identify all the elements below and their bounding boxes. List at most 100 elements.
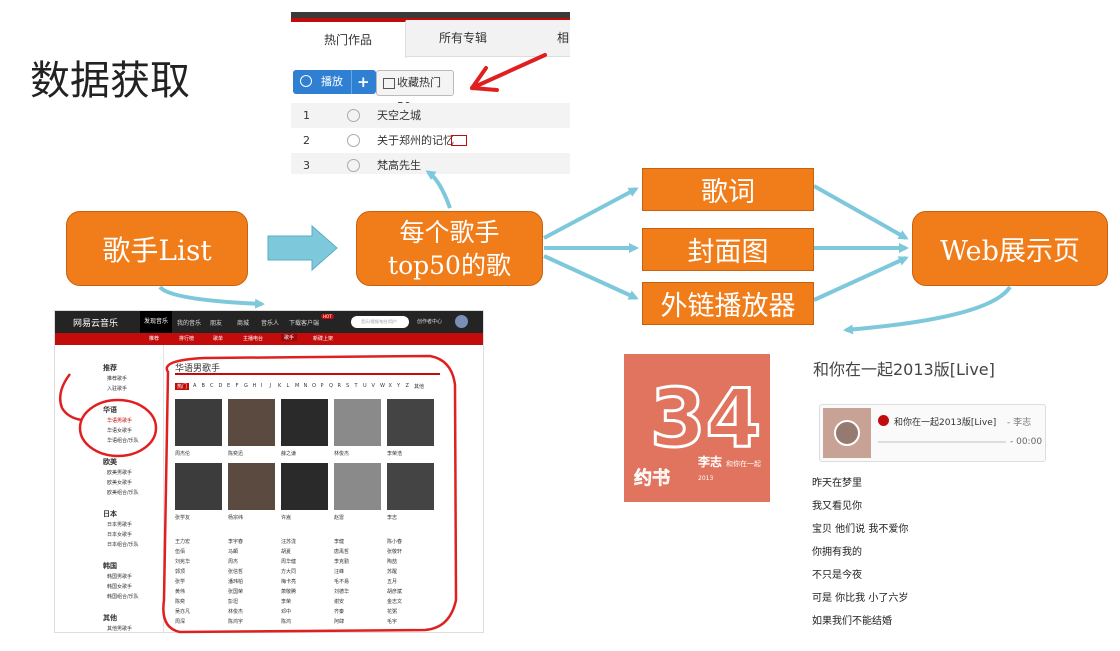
artist-photo[interactable] [228, 399, 275, 446]
sidebar-item[interactable]: 华语男歌手 [107, 417, 132, 424]
artist-name[interactable]: 杨宗纬 [228, 514, 243, 521]
artist-name-link[interactable]: 周深 [175, 618, 185, 625]
nav-item[interactable]: 下载客户端 [289, 318, 319, 327]
song-play-icon[interactable] [347, 109, 360, 122]
alphabet-filter-item[interactable]: B [202, 383, 205, 389]
artist-name-link[interactable]: 潘玮柏 [228, 578, 243, 585]
alphabet-filter-item[interactable]: Q [329, 383, 333, 389]
alphabet-filter-item[interactable]: 其他 [414, 383, 424, 390]
artist-name-link[interactable]: 刘宪华 [175, 558, 190, 565]
nav-item[interactable]: 我的音乐 [177, 318, 201, 327]
song-row[interactable]: 1 天空之城 [291, 103, 570, 128]
artist-name-link[interactable]: 唐禹哲 [334, 548, 349, 555]
artist-photo[interactable] [387, 463, 434, 510]
artist-photo[interactable] [334, 399, 381, 446]
player-play-icon[interactable] [834, 420, 860, 446]
artist-name[interactable]: 周杰伦 [175, 450, 190, 457]
artist-photo[interactable] [281, 399, 328, 446]
nav-item[interactable]: 商城 [237, 318, 249, 327]
alphabet-filter-item[interactable]: X [389, 383, 392, 389]
alphabet-filter-item[interactable]: K [278, 383, 281, 389]
artist-name-link[interactable]: 五月 [387, 578, 397, 585]
alphabet-filter-item[interactable]: S [346, 383, 349, 389]
alphabet-filter-item[interactable]: C [210, 383, 214, 389]
song-row[interactable]: 3 梵高先生 [291, 153, 570, 174]
artist-name-link[interactable]: 周华健 [281, 558, 296, 565]
add-button[interactable]: + [357, 70, 370, 94]
alphabet-filter-item[interactable]: U [363, 383, 367, 389]
artist-name-link[interactable]: 汪峰 [334, 568, 344, 575]
artist-name-link[interactable]: 阿肆 [334, 618, 344, 625]
alphabet-filter-item[interactable]: N [304, 383, 308, 389]
artist-name-link[interactable]: 毛宇 [387, 618, 397, 625]
artist-photo[interactable] [387, 399, 434, 446]
sidebar-item[interactable]: 欧美组合/乐队 [107, 489, 139, 496]
alphabet-filter-item[interactable]: W [380, 383, 385, 389]
alphabet-filter-item[interactable]: Z [406, 383, 409, 389]
artist-name-link[interactable]: 彭坦 [228, 598, 238, 605]
artist-name[interactable]: 许嵩 [281, 514, 291, 521]
alphabet-filter-item[interactable]: V [372, 383, 375, 389]
artist-name-link[interactable]: 陈奕 [175, 598, 185, 605]
song-row[interactable]: 2 关于郑州的记忆 [291, 128, 570, 153]
artist-name-link[interactable]: 萧敬腾 [281, 588, 296, 595]
artist-name-link[interactable]: 张学 [175, 578, 185, 585]
artist-name[interactable]: 李荣浩 [387, 450, 402, 457]
play-button[interactable]: 播放 + [293, 70, 376, 94]
alphabet-filter-item[interactable]: L [287, 383, 290, 389]
subnav-item[interactable]: 新碟上架 [313, 335, 333, 342]
nav-item[interactable]: 朋友 [210, 318, 222, 327]
subnav-item[interactable]: 主播电台 [243, 335, 263, 342]
artist-name-link[interactable]: 李宇春 [228, 538, 243, 545]
artist-name-link[interactable]: 张信哲 [228, 568, 243, 575]
artist-name-link[interactable]: 伍佰 [175, 548, 185, 555]
artist-photo[interactable] [228, 463, 275, 510]
sidebar-item[interactable]: 华语组合/乐队 [107, 437, 139, 444]
tab-all-albums[interactable]: 所有专辑 [406, 20, 520, 56]
subnav-item[interactable]: 歌单 [213, 335, 223, 342]
mv-icon[interactable] [451, 135, 467, 146]
artist-name-link[interactable]: 张敬轩 [387, 548, 402, 555]
artist-name-link[interactable]: 李健 [334, 538, 344, 545]
artist-name-link[interactable]: 李克勤 [334, 558, 349, 565]
artist-name[interactable]: 李志 [387, 514, 397, 521]
sidebar-item[interactable]: 韩国男歌手 [107, 573, 132, 580]
subnav-item[interactable]: 推荐 [149, 335, 159, 342]
artist-photo[interactable] [175, 399, 222, 446]
favorite-top50-button[interactable]: 收藏热门50 [376, 70, 454, 113]
artist-name-link[interactable]: 周杰 [228, 558, 238, 565]
sidebar-item[interactable]: 推荐歌手 [107, 375, 127, 382]
artist-name-link[interactable]: 吴亦凡 [175, 608, 190, 615]
alphabet-filter-item[interactable]: I [261, 383, 262, 389]
search-input[interactable]: 音乐/视频/电台/用户 [351, 316, 409, 328]
alphabet-filter-item[interactable]: E [227, 383, 230, 389]
alphabet-filter-item[interactable]: Y [397, 383, 400, 389]
sidebar-item[interactable]: 韩国女歌手 [107, 583, 132, 590]
artist-name-link[interactable]: 汪苏泷 [281, 538, 296, 545]
alphabet-filter-item[interactable]: G [244, 383, 248, 389]
artist-name-link[interactable]: 胡彦斌 [387, 588, 402, 595]
alphabet-filter-item[interactable]: F [236, 383, 239, 389]
sidebar-item[interactable]: 日本女歌手 [107, 531, 132, 538]
artist-name-link[interactable]: 陶喆 [387, 558, 397, 565]
artist-photo[interactable] [175, 463, 222, 510]
alphabet-filter-item[interactable]: R [338, 383, 341, 389]
sidebar-item[interactable]: 欧美女歌手 [107, 479, 132, 486]
artist-name-link[interactable]: 金志文 [387, 598, 402, 605]
artist-name[interactable]: 赵雷 [334, 514, 344, 521]
subnav-item[interactable]: 歌手 [281, 334, 298, 341]
artist-name-link[interactable]: 张国荣 [228, 588, 243, 595]
artist-photo[interactable] [281, 463, 328, 510]
artist-name-link[interactable]: 郭顶 [175, 568, 185, 575]
sidebar-item[interactable]: 入驻歌手 [107, 385, 127, 392]
sidebar-item[interactable]: 日本组合/乐队 [107, 541, 139, 548]
artist-name-link[interactable]: 王力宏 [175, 538, 190, 545]
alphabet-filter-item[interactable]: 热门 [175, 383, 190, 390]
artist-name-link[interactable]: 苏醒 [387, 568, 397, 575]
artist-name-link[interactable]: 马頔 [228, 548, 238, 555]
tab-hot-works[interactable]: 热门作品 [291, 20, 406, 58]
artist-name[interactable]: 林俊杰 [334, 450, 349, 457]
subnav-item[interactable]: 排行榜 [179, 335, 194, 342]
artist-name-link[interactable]: 陈鸿 [281, 618, 291, 625]
artist-name-link[interactable]: 谢安 [334, 598, 344, 605]
